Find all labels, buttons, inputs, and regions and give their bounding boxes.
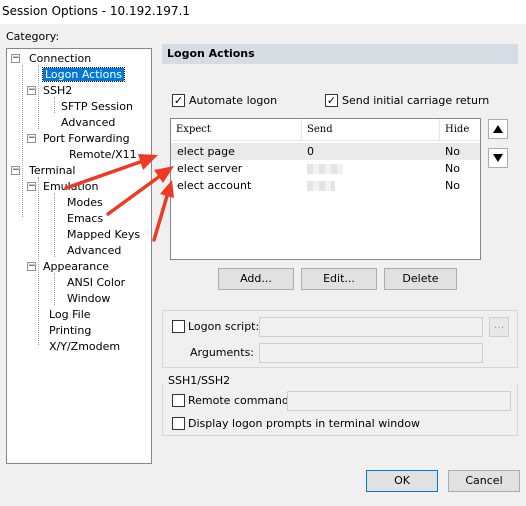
logon-actions-table[interactable]: Expect Send Hide elect page 0 No elect s… bbox=[170, 118, 481, 260]
send-cr-checkbox[interactable]: ✓ bbox=[325, 94, 338, 107]
tree-item-ssh2[interactable]: − SSH2 bbox=[27, 83, 74, 99]
tree-item-port-forwarding[interactable]: − Port Forwarding bbox=[27, 131, 132, 147]
tree-item-mapped-keys[interactable]: Mapped Keys bbox=[65, 227, 142, 243]
annotation-arrow bbox=[152, 194, 169, 242]
browse-button[interactable]: ... bbox=[489, 317, 509, 337]
remote-command-label: Remote command: bbox=[188, 394, 293, 407]
logon-script-checkbox[interactable] bbox=[172, 320, 185, 333]
cancel-button[interactable]: Cancel bbox=[448, 470, 520, 492]
display-prompts-checkbox[interactable] bbox=[172, 417, 185, 430]
tree-item-logon-actions[interactable]: Logon Actions bbox=[41, 67, 126, 83]
collapse-icon[interactable]: − bbox=[27, 134, 36, 143]
tree-item-terminal[interactable]: − Terminal bbox=[11, 163, 78, 179]
triangle-down-icon bbox=[493, 154, 503, 162]
tree-item-emulation[interactable]: − Emulation bbox=[27, 179, 101, 195]
blur-mask bbox=[307, 164, 343, 174]
display-prompts-label: Display logon prompts in terminal window bbox=[188, 417, 420, 430]
tree-line bbox=[54, 193, 55, 257]
logon-script-label: Logon script: bbox=[188, 320, 260, 333]
add-button[interactable]: Add... bbox=[218, 268, 294, 290]
tree-item-ansi-color[interactable]: ANSI Color bbox=[65, 275, 127, 291]
arguments-label: Arguments: bbox=[190, 346, 255, 359]
window-title: Session Options - 10.192.197.1 bbox=[0, 0, 526, 24]
tree-item-ssh2-advanced[interactable]: Advanced bbox=[59, 115, 117, 131]
tree-line bbox=[54, 273, 55, 305]
column-header-hide[interactable]: Hide bbox=[439, 119, 480, 141]
move-down-button[interactable] bbox=[488, 148, 508, 168]
tree-item-log-file[interactable]: Log File bbox=[47, 307, 93, 323]
tree-item-window[interactable]: Window bbox=[65, 291, 112, 307]
table-row[interactable]: elect server No bbox=[171, 160, 480, 177]
tree-item-emulation-advanced[interactable]: Advanced bbox=[65, 243, 123, 259]
send-cr-label: Send initial carriage return bbox=[342, 94, 490, 107]
tree-item-connection[interactable]: − Connection bbox=[11, 51, 93, 67]
collapse-icon[interactable]: − bbox=[11, 166, 20, 175]
tree-line bbox=[22, 65, 23, 217]
table-row[interactable]: elect page 0 No bbox=[171, 143, 480, 160]
tree-item-xyzmodem[interactable]: X/Y/Zmodem bbox=[47, 339, 122, 355]
table-header: Expect Send Hide bbox=[171, 119, 480, 141]
panel-title: Logon Actions bbox=[162, 44, 518, 64]
column-header-send[interactable]: Send bbox=[301, 119, 439, 141]
tree-item-sftp-session[interactable]: SFTP Session bbox=[59, 99, 135, 115]
redacted-value bbox=[307, 177, 335, 194]
edit-button[interactable]: Edit... bbox=[301, 268, 377, 290]
redacted-value bbox=[307, 160, 343, 177]
tree-line bbox=[54, 97, 55, 113]
delete-button[interactable]: Delete bbox=[384, 268, 457, 290]
collapse-icon[interactable]: − bbox=[27, 182, 36, 191]
logon-script-input[interactable] bbox=[259, 317, 483, 337]
tree-item-appearance[interactable]: − Appearance bbox=[27, 259, 111, 275]
automate-logon-label: Automate logon bbox=[189, 94, 278, 107]
arguments-input[interactable] bbox=[259, 343, 483, 363]
tree-item-emacs[interactable]: Emacs bbox=[65, 211, 105, 227]
tree-item-modes[interactable]: Modes bbox=[65, 195, 105, 211]
column-header-expect[interactable]: Expect bbox=[171, 119, 301, 141]
triangle-up-icon bbox=[493, 125, 503, 133]
automate-logon-checkbox[interactable]: ✓ bbox=[172, 94, 185, 107]
remote-command-checkbox[interactable] bbox=[172, 394, 185, 407]
move-up-button[interactable] bbox=[488, 119, 508, 139]
category-label: Category: bbox=[6, 30, 60, 43]
collapse-icon[interactable]: − bbox=[27, 262, 36, 271]
remote-command-input[interactable] bbox=[287, 391, 511, 411]
blur-mask bbox=[307, 181, 335, 191]
collapse-icon[interactable]: − bbox=[27, 86, 36, 95]
tree-item-printing[interactable]: Printing bbox=[47, 323, 93, 339]
ok-button[interactable]: OK bbox=[366, 470, 438, 492]
tree-item-remote-x11[interactable]: Remote/X11 bbox=[59, 147, 139, 163]
collapse-icon[interactable]: − bbox=[11, 54, 20, 63]
table-row[interactable]: elect account No bbox=[171, 177, 480, 194]
category-tree[interactable]: − Connection Logon Actions − SSH2 SFTP S… bbox=[6, 48, 152, 464]
